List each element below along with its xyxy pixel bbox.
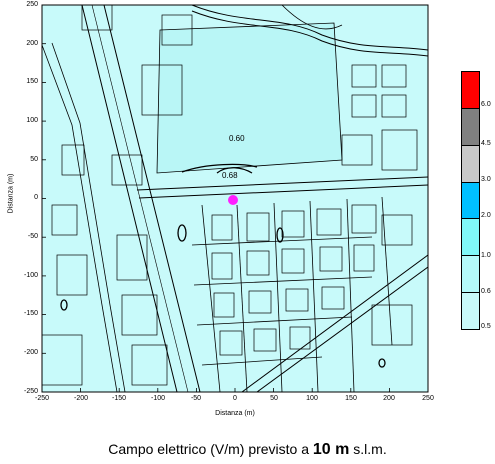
y-tick: 100	[26, 117, 38, 124]
y-tick: 150	[26, 78, 38, 85]
x-tick: 150	[345, 395, 357, 402]
y-tick: 200	[26, 40, 38, 47]
legend-level-label: 4.5	[481, 140, 491, 147]
y-tick: -100	[23, 272, 38, 279]
x-tick: 50	[270, 395, 278, 402]
caption-suffix: s.l.m.	[353, 441, 387, 457]
legend-swatch	[462, 109, 479, 146]
x-tick: 250	[422, 395, 434, 402]
y-tick: 0	[34, 194, 38, 201]
caption: Campo elettrico (V/m) previsto a 10 m s.…	[0, 441, 495, 459]
caption-height: 10 m	[312, 441, 350, 458]
y-tick: -200	[23, 349, 38, 356]
open-area	[156, 22, 343, 174]
legend-swatch	[462, 183, 479, 219]
x-tick: -150	[111, 395, 126, 402]
legend-level-label: 0.6	[481, 288, 491, 295]
caption-prefix: Campo elettrico (V/m) previsto a	[108, 441, 310, 457]
legend-level-label: 6.0	[481, 101, 491, 108]
x-tick: 100	[306, 395, 318, 402]
map-plot[interactable]: 0.60 0.68	[42, 5, 428, 392]
y-tick: 50	[30, 156, 38, 163]
color-legend	[461, 71, 480, 330]
legend-level-label: 2.0	[481, 212, 491, 219]
contour-label-1: 0.68	[222, 171, 238, 180]
x-tick: -100	[150, 395, 165, 402]
y-tick: -150	[23, 310, 38, 317]
x-axis-label: Distanza (m)	[215, 410, 255, 417]
legend-level-label: 0.5	[481, 323, 491, 330]
y-tick: 250	[26, 1, 38, 8]
legend-level-label: 3.0	[481, 176, 491, 183]
legend-level-label: 1.0	[481, 252, 491, 259]
x-tick: -200	[73, 395, 88, 402]
legend-swatch	[462, 293, 479, 329]
y-tick: -50	[27, 233, 38, 240]
y-axis-label: Distanza (m)	[7, 173, 15, 214]
legend-swatch	[462, 219, 479, 256]
x-tick: 0	[233, 395, 237, 402]
legend-swatch	[462, 256, 479, 293]
x-tick: 200	[383, 395, 395, 402]
source-marker	[228, 195, 238, 205]
x-tick: -250	[34, 395, 49, 402]
legend-swatch	[462, 72, 479, 109]
legend-swatch	[462, 146, 479, 183]
street-map: 0.60 0.68	[42, 5, 428, 392]
contour-label-0: 0.60	[229, 134, 245, 143]
x-tick: -50	[190, 395, 202, 402]
